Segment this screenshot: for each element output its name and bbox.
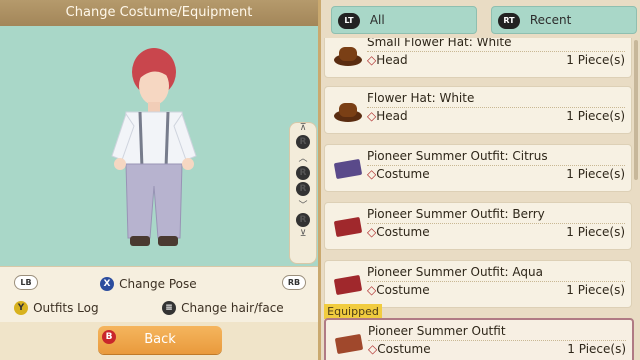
rt-badge: RT: [498, 12, 520, 29]
item-category: ◇Costume: [367, 283, 430, 297]
r-stick-mid-icon: R: [296, 166, 310, 180]
page-title: Change Costume/Equipment: [0, 0, 318, 26]
back-button[interactable]: B Back: [98, 326, 222, 354]
list-item[interactable]: Pioneer Summer Outfit: Berry ◇Costume 1 …: [324, 202, 632, 250]
outfit-icon: [333, 153, 363, 183]
character-viewer[interactable]: ⊼ R ︿ R R ﹀ R ⊻: [0, 26, 318, 266]
item-divider: [367, 223, 625, 224]
item-quantity: 1 Piece(s): [566, 225, 625, 239]
item-name: Pioneer Summer Outfit: Citrus: [367, 149, 548, 163]
lb-button[interactable]: LB: [14, 275, 38, 290]
item-list[interactable]: Small Flower Hat: White ◇Head 1 Piece(s)…: [321, 38, 640, 360]
item-name: Small Flower Hat: White: [367, 38, 512, 49]
item-divider: [367, 51, 625, 52]
filter-all-button[interactable]: LT All: [331, 6, 477, 34]
change-pose-hint[interactable]: X Change Pose: [100, 273, 197, 292]
item-category: ◇Head: [367, 53, 408, 67]
change-hair-hint[interactable]: ≡ Change hair/face: [162, 297, 284, 316]
y-button-icon: Y: [14, 300, 28, 315]
control-hints: LB X Change Pose RB Y Outfits Log ≡ Chan…: [0, 266, 318, 323]
character-figure: [111, 48, 197, 246]
item-quantity: 1 Piece(s): [566, 283, 625, 297]
item-name: Flower Hat: White: [367, 91, 475, 105]
item-category: ◇Costume: [367, 167, 430, 181]
item-divider: [367, 107, 625, 108]
item-quantity: 1 Piece(s): [567, 342, 626, 356]
outfit-icon: [333, 269, 363, 299]
list-item[interactable]: Small Flower Hat: White ◇Head 1 Piece(s): [324, 38, 632, 78]
outfits-log-label: Outfits Log: [33, 301, 99, 315]
r-stick-down-icon: R: [296, 213, 310, 227]
item-name: Pioneer Summer Outfit: Aqua: [367, 265, 543, 279]
outfit-icon: [334, 328, 364, 358]
scrollbar[interactable]: [634, 40, 638, 180]
r-stick-mid2-icon: R: [296, 182, 310, 196]
equipped-tag: Equipped: [324, 304, 382, 319]
item-name: Pioneer Summer Outfit: Berry: [367, 207, 545, 221]
change-hair-label: Change hair/face: [181, 301, 284, 315]
outfit-icon: [333, 211, 363, 241]
item-divider: [367, 165, 625, 166]
equipped-item[interactable]: Pioneer Summer Outfit ◇Costume 1 Piece(s…: [324, 318, 634, 360]
hat-icon: [333, 39, 363, 69]
filter-all-label: All: [369, 13, 385, 27]
hat-icon: [333, 95, 363, 125]
item-quantity: 1 Piece(s): [566, 167, 625, 181]
menu-button-icon: ≡: [162, 300, 176, 315]
b-button-icon: B: [102, 330, 116, 344]
item-divider: [368, 340, 626, 341]
back-label: Back: [144, 332, 176, 347]
item-quantity: 1 Piece(s): [566, 53, 625, 67]
change-pose-label: Change Pose: [119, 277, 197, 291]
filter-recent-label: Recent: [529, 13, 572, 27]
r-stick-up-icon: R: [296, 135, 310, 149]
list-item[interactable]: Pioneer Summer Outfit: Aqua ◇Costume 1 P…: [324, 260, 632, 308]
rb-button[interactable]: RB: [282, 275, 306, 290]
camera-dpad[interactable]: ⊼ R ︿ R R ﹀ R ⊻: [289, 122, 317, 264]
item-category: ◇Costume: [367, 225, 430, 239]
filter-recent-button[interactable]: RT Recent: [491, 6, 637, 34]
item-divider: [367, 281, 625, 282]
outfits-log-hint[interactable]: Y Outfits Log: [14, 297, 99, 316]
dpad-up-chevron-icon: ︿: [298, 154, 308, 164]
lt-badge: LT: [338, 12, 360, 29]
dpad-down-chevron-icon: ﹀: [298, 201, 308, 211]
list-item[interactable]: Flower Hat: White ◇Head 1 Piece(s): [324, 86, 632, 134]
item-list-panel: LT All RT Recent Small Flower Hat: White…: [318, 0, 640, 360]
preview-panel: Change Costume/Equipment ⊼ R ︿ R R ﹀ R ⊻…: [0, 0, 318, 360]
item-quantity: 1 Piece(s): [566, 109, 625, 123]
item-category: ◇Costume: [368, 342, 431, 356]
item-category: ◇Head: [367, 109, 408, 123]
list-item[interactable]: Pioneer Summer Outfit: Citrus ◇Costume 1…: [324, 144, 632, 192]
x-button-icon: X: [100, 276, 114, 291]
item-name: Pioneer Summer Outfit: [368, 324, 506, 338]
dpad-up-arrow-icon: ⊼: [299, 123, 307, 133]
dpad-down-arrow-icon: ⊻: [299, 229, 307, 239]
